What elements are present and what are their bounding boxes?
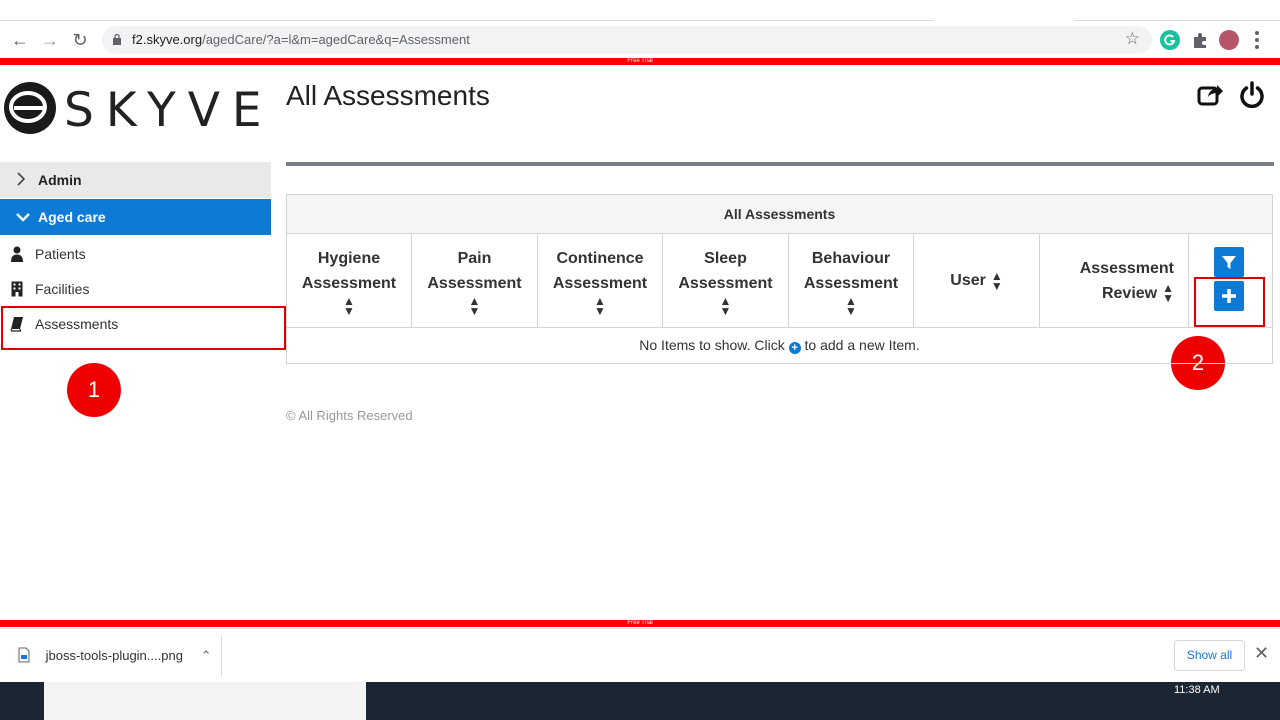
- downloads-separator: [221, 635, 222, 677]
- grid-caption: All Assessments: [287, 195, 1272, 234]
- column-header-sleep[interactable]: Sleep Assessment ▲ ▼: [663, 234, 789, 327]
- column-header-label: Assessment: [803, 274, 899, 292]
- sort-icon[interactable]: ▲ ▼: [343, 295, 355, 317]
- tab-strip: [0, 0, 1280, 22]
- building-icon: [11, 281, 23, 296]
- column-header-assessment-review[interactable]: Assessment Review ▲ ▼: [1040, 234, 1189, 327]
- sort-icon[interactable]: ▲ ▼: [720, 295, 732, 317]
- column-header-label: Sleep: [704, 249, 747, 267]
- column-header-pain[interactable]: Pain Assessment ▲ ▼: [412, 234, 538, 327]
- address-bar[interactable]: f2.skyve.org/agedCare/?a=l&m=agedCare&q=…: [102, 26, 1152, 54]
- chevron-right-icon: [16, 171, 32, 189]
- column-header-label: Pain: [457, 249, 492, 267]
- column-header-label: Continence: [556, 249, 644, 267]
- chevron-down-icon: [16, 209, 32, 225]
- sidebar-item-patients[interactable]: Patients: [0, 236, 271, 271]
- sort-icon[interactable]: ▲ ▼: [1162, 282, 1174, 304]
- chevron-up-icon[interactable]: ⌃: [201, 648, 212, 663]
- os-taskbar: 11:38 AM: [0, 682, 1280, 720]
- add-circle-icon: +: [788, 342, 801, 354]
- highlight-assessments-box: [1, 306, 286, 350]
- column-header-user[interactable]: User ▲ ▼: [914, 234, 1040, 327]
- column-header-label: Assessment: [301, 274, 397, 292]
- column-header-label: Assessment: [552, 274, 648, 292]
- url-host: f2.skyve.org: [132, 32, 203, 47]
- skyve-logo-mark: [4, 82, 56, 134]
- free-trial-banner-top: Free Trial: [0, 58, 1280, 65]
- reload-icon[interactable]: ↻: [68, 28, 92, 52]
- download-file-name: jboss-tools-plugin....png: [45, 648, 183, 663]
- power-logout-icon[interactable]: [1238, 80, 1266, 108]
- download-item[interactable]: jboss-tools-plugin....png ⌃: [18, 647, 211, 664]
- step-badge-1: 1: [67, 363, 121, 417]
- forward-arrow-icon[interactable]: →: [38, 28, 62, 52]
- assessments-grid: All Assessments Hygiene Assessment ▲ ▼ Pa…: [286, 194, 1273, 364]
- sort-icon[interactable]: ▲ ▼: [991, 270, 1003, 292]
- menu-group-admin[interactable]: Admin: [0, 162, 271, 199]
- free-trial-banner-bottom: Free Trial: [0, 620, 1280, 627]
- page-title: All Assessments: [286, 80, 490, 111]
- skyve-logo-text: SKYVE: [64, 83, 274, 138]
- column-header-label: Hygiene: [317, 249, 381, 267]
- column-header-label: Review: [1101, 284, 1158, 302]
- url-text: f2.skyve.org/agedCare/?a=l&m=agedCare&q=…: [132, 32, 470, 47]
- user-icon: [11, 246, 23, 262]
- bookmark-star-icon[interactable]: ☆: [1125, 29, 1140, 49]
- filter-button[interactable]: [1214, 247, 1244, 277]
- downloads-bar: jboss-tools-plugin....png ⌃ Show all ✕: [0, 628, 1280, 682]
- url-path: /agedCare/?a=l&m=agedCare&q=Assessment: [202, 32, 470, 47]
- sort-icon[interactable]: ▲ ▼: [469, 295, 481, 317]
- taskbar-search-box[interactable]: [44, 682, 366, 720]
- menu-group-label: Admin: [38, 172, 82, 188]
- extensions-puzzle-icon[interactable]: [1190, 30, 1210, 50]
- column-header-label: Assessment: [427, 274, 522, 292]
- filter-funnel-icon: [1222, 256, 1236, 269]
- profile-avatar[interactable]: [1219, 30, 1239, 50]
- column-header-label: User: [950, 272, 986, 289]
- close-icon[interactable]: ✕: [1254, 643, 1269, 664]
- back-arrow-icon[interactable]: ←: [8, 28, 32, 52]
- column-header-label: Assessment: [678, 274, 773, 292]
- column-header-label: Assessment: [1079, 259, 1174, 277]
- grid-header-row: Hygiene Assessment ▲ ▼ Pain Assessment ▲ ▼…: [287, 234, 1272, 328]
- plus-icon: [1222, 289, 1236, 303]
- footer-copyright: © All Rights Reserved: [286, 408, 413, 423]
- lock-icon: [113, 33, 121, 45]
- grid-empty-message: No Items to show. Click + to add a new I…: [287, 328, 1272, 363]
- sidebar-item-label: Facilities: [35, 280, 90, 297]
- column-header-label: Behaviour: [811, 249, 891, 267]
- header-divider: [286, 162, 1274, 166]
- column-header-continence[interactable]: Continence Assessment ▲ ▼: [538, 234, 663, 327]
- add-item-button[interactable]: [1214, 281, 1244, 311]
- browser-menu-icon[interactable]: [1252, 29, 1262, 51]
- sidebar-item-label: Patients: [35, 245, 86, 262]
- menu-group-label: Aged care: [38, 209, 106, 225]
- column-header-behaviour[interactable]: Behaviour Assessment ▲ ▼: [789, 234, 914, 327]
- browser-toolbar: ← → ↻ f2.skyve.org/agedCare/?a=l&m=agedC…: [0, 22, 1280, 58]
- share-export-icon[interactable]: [1196, 80, 1224, 108]
- taskbar-clock: 11:38 AM: [1174, 684, 1220, 696]
- menu-group-aged-care[interactable]: Aged care: [0, 199, 271, 236]
- column-header-hygiene[interactable]: Hygiene Assessment ▲ ▼: [287, 234, 412, 327]
- sort-icon[interactable]: ▲ ▼: [594, 295, 606, 317]
- sidebar-item-facilities[interactable]: Facilities: [0, 271, 271, 306]
- sort-icon[interactable]: ▲ ▼: [845, 295, 857, 317]
- show-all-downloads-button[interactable]: Show all: [1174, 640, 1245, 671]
- empty-text-start: No Items to show. Click: [639, 337, 785, 353]
- image-file-icon: [18, 647, 30, 663]
- grammarly-icon[interactable]: [1160, 30, 1180, 50]
- empty-text-end: to add a new Item.: [804, 337, 920, 353]
